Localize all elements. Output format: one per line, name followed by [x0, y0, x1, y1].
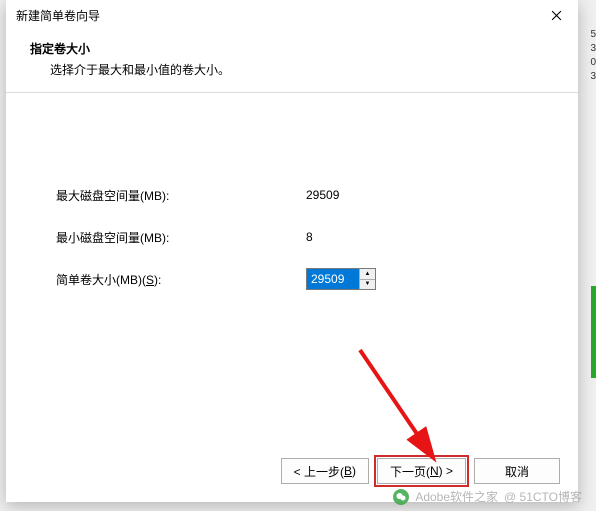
row-volume-size: 简单卷大小(MB)(S): 29509 ▲ ▼ — [56, 267, 528, 291]
background-green-bar — [591, 286, 596, 378]
wechat-icon — [393, 489, 409, 505]
watermark-text-right: @ 51CTO博客 — [504, 488, 582, 505]
watermark: Adobe软件之家 @ 51CTO博客 — [393, 488, 582, 505]
min-space-label: 最小磁盘空间量(MB): — [56, 229, 306, 246]
spinner-up[interactable]: ▲ — [360, 269, 375, 279]
volume-size-label: 简单卷大小(MB)(S): — [56, 271, 306, 288]
wizard-header: 指定卷大小 选择介于最大和最小值的卷大小。 — [6, 30, 578, 93]
wizard-content: 最大磁盘空间量(MB): 29509 最小磁盘空间量(MB): 8 简单卷大小(… — [6, 93, 578, 329]
spinner-buttons: ▲ ▼ — [359, 269, 375, 289]
row-min-space: 最小磁盘空间量(MB): 8 — [56, 225, 528, 249]
titlebar: 新建简单卷向导 — [6, 0, 578, 30]
header-title: 指定卷大小 — [30, 40, 560, 57]
cancel-button[interactable]: 取消 — [474, 458, 560, 484]
background-numbers: 5 3 0 3 — [588, 28, 596, 86]
volume-size-input[interactable]: 29509 — [307, 269, 359, 289]
watermark-text-left: Adobe软件之家 — [415, 488, 498, 505]
close-button[interactable] — [534, 0, 578, 30]
row-max-space: 最大磁盘空间量(MB): 29509 — [56, 183, 528, 207]
volume-size-spinner: 29509 ▲ ▼ — [306, 268, 376, 290]
min-space-value: 8 — [306, 230, 313, 244]
wizard-footer: < 上一步(B) 下一页(N) > 取消 — [281, 458, 560, 484]
wizard-dialog: 新建简单卷向导 指定卷大小 选择介于最大和最小值的卷大小。 最大磁盘空间量(MB… — [6, 0, 578, 502]
next-button[interactable]: 下一页(N) > — [377, 458, 466, 484]
dialog-title: 新建简单卷向导 — [16, 7, 100, 24]
back-button[interactable]: < 上一步(B) — [281, 458, 369, 484]
close-icon — [551, 10, 562, 21]
spinner-down[interactable]: ▼ — [360, 279, 375, 290]
max-space-value: 29509 — [306, 188, 339, 202]
max-space-label: 最大磁盘空间量(MB): — [56, 187, 306, 204]
header-subtitle: 选择介于最大和最小值的卷大小。 — [30, 61, 560, 78]
